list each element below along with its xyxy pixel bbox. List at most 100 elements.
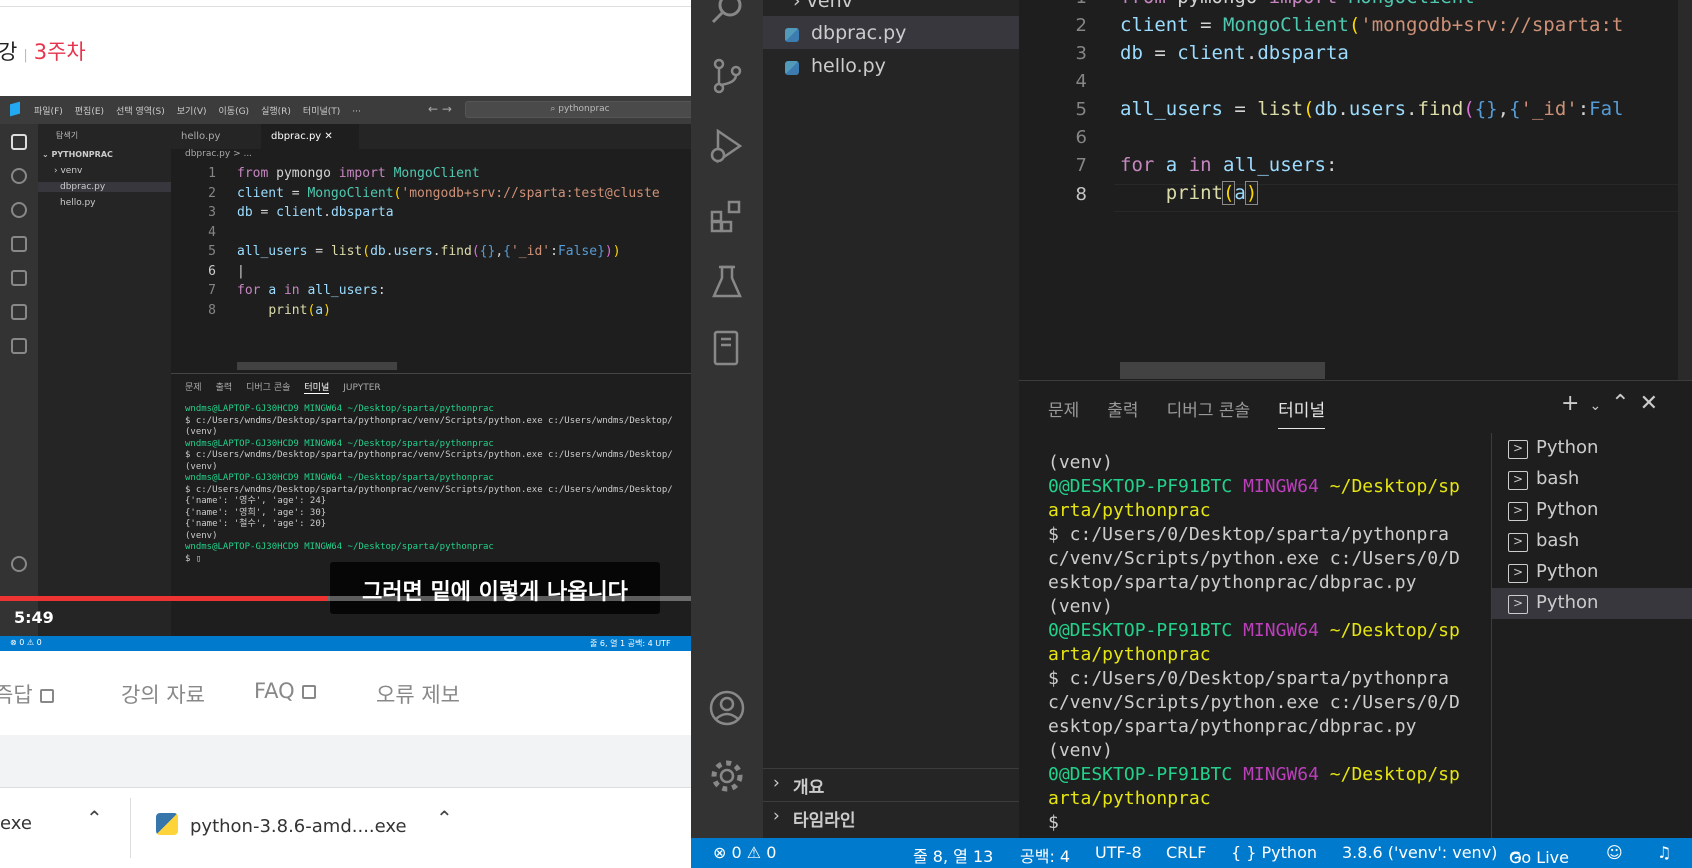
divider <box>0 6 691 7</box>
status-encoding[interactable]: UTF-8 <box>1095 843 1142 862</box>
close-icon[interactable]: ✕ <box>1640 391 1658 416</box>
python-file-icon <box>785 61 799 75</box>
tab-materials[interactable]: 강의 자료 <box>121 679 205 709</box>
code-line: from pymongo import MongoClient <box>1120 0 1475 8</box>
tab-hello: hello.py <box>181 131 221 142</box>
chevron-up-icon[interactable]: ⌃ <box>86 806 103 830</box>
tab-faq[interactable]: FAQ <box>254 679 316 703</box>
code-line: db = client.dbsparta <box>1120 42 1349 64</box>
video-search: ⌕ pythonprac <box>465 101 691 118</box>
video-caption: 그러면 밑에 이렇게 나옵니다 <box>330 562 660 614</box>
status-position[interactable]: 줄 8, 열 13 <box>913 843 993 867</box>
terminal-icon: > <box>1508 502 1528 521</box>
extensions-icon[interactable] <box>706 195 748 237</box>
divider <box>130 798 131 858</box>
download-item-1[interactable]: exe <box>0 813 32 834</box>
video-code: 1 from pymongo import MongoClient 2 client… <box>208 166 660 318</box>
code-line: print(a) <box>1165 181 1259 205</box>
python-installer-icon <box>156 813 178 835</box>
tab-debug-console[interactable]: 디버그 콘솔 <box>1167 396 1251 428</box>
breadcrumb-course[interactable]: 강 <box>0 40 17 64</box>
maximize-panel-icon[interactable]: ⌃ <box>1611 391 1629 416</box>
vscode-window: › venv dbprac.py hello.py ›개요 ›타임라인 1 2 … <box>691 0 1692 868</box>
section-outline[interactable]: › 개요 <box>763 768 1019 801</box>
terminal-prompt: 0@DESKTOP-PF91BTC MINGW64 ~/Desktop/spar… <box>1048 764 1460 809</box>
terminal-icon: > <box>1508 564 1528 583</box>
video-hscroll <box>237 362 397 370</box>
terminal-prompt: 0@DESKTOP-PF91BTC MINGW64 ~/Desktop/spar… <box>1048 476 1460 521</box>
gear-icon[interactable] <box>706 755 748 797</box>
testing-icon[interactable] <box>706 261 748 303</box>
video-menu: 파일(F) 편집(E) 선택 영역(S) 보기(V) 이동(G) 실행(R) 터미널(T) ·… <box>34 107 361 117</box>
tab-problems[interactable]: 문제 <box>1048 396 1079 428</box>
status-spaces[interactable]: 공백: 4 <box>1020 843 1070 867</box>
chevron-down-icon[interactable]: ⌄ <box>1589 398 1601 414</box>
terminal-instance[interactable]: > Python <box>1492 495 1692 526</box>
notebook-icon <box>11 338 27 354</box>
source-control-icon[interactable] <box>706 55 748 97</box>
section-timeline[interactable]: › 타임라인 <box>763 801 1019 834</box>
code-line: client = MongoClient('mongodb+srv://spar… <box>1120 14 1624 36</box>
editor-hscroll[interactable] <box>1120 362 1325 379</box>
video-time: 5:49 <box>14 608 54 627</box>
tab-output[interactable]: 출력 <box>1107 396 1138 428</box>
bell-icon[interactable]: ♫ <box>1657 843 1671 862</box>
terminal-instance[interactable]: > Python <box>1492 433 1692 464</box>
terminal-icon: > <box>1508 471 1528 490</box>
feedback-icon[interactable]: ☺ <box>1606 843 1623 862</box>
file-hello[interactable]: hello.py <box>763 49 1019 82</box>
chevron-up-icon[interactable]: ⌃ <box>436 806 453 830</box>
account-icon[interactable] <box>706 687 748 729</box>
search-icon <box>11 168 27 184</box>
terminal-output[interactable]: (venv) 0@DESKTOP-PF91BTC MINGW64 ~/Deskt… <box>1048 451 1468 835</box>
activity-bar <box>691 0 763 838</box>
terminal-instance[interactable]: > Python <box>1492 557 1692 588</box>
extensions-icon <box>11 270 27 286</box>
file-dbprac[interactable]: dbprac.py <box>763 16 1019 49</box>
video-progress-fill <box>0 596 329 601</box>
explorer-title: 탐색기 <box>56 131 79 140</box>
lecture-page: 강 | 3주차 파일(F) 편집(E) 선택 영역(S) 보기(V) 이동(G) 실행(R) 터… <box>0 0 691 868</box>
video-progress-bar[interactable] <box>0 596 691 601</box>
python-file-icon <box>785 28 799 42</box>
search-icon[interactable] <box>706 0 748 30</box>
panel-tabs: 문제 출력 디버그 콘솔 터미널 <box>1048 396 1353 429</box>
folder-venv[interactable]: › venv <box>763 0 1019 17</box>
project-name: ⌄ PYTHONPRAC <box>42 150 113 159</box>
video-terminal: wndms@LAPTOP-GJ30HCD9 MINGW64 ~/Desktop/… <box>185 404 673 564</box>
testing-icon <box>11 304 27 320</box>
lecture-header: 강 | 3주차 <box>0 0 691 96</box>
terminal-icon: > <box>1508 440 1528 459</box>
download-item-2[interactable]: python-3.8.6-amd....exe <box>156 813 407 837</box>
vscode-logo-icon <box>10 101 20 117</box>
file-hello: hello.py <box>60 198 96 208</box>
status-problems[interactable]: ⊗ 0 ⚠ 0 <box>713 843 776 862</box>
terminal-instance[interactable]: > bash <box>1492 526 1692 557</box>
editor-vscroll[interactable] <box>1678 0 1692 380</box>
explorer-sidebar: › venv dbprac.py hello.py › 개요 › 타임라인 <box>763 0 1019 838</box>
video-player[interactable]: 파일(F) 편집(E) 선택 영역(S) 보기(V) 이동(G) 실행(R) 터미널(T) ·… <box>0 96 691 651</box>
chevron-right-icon: › <box>773 806 780 826</box>
chevron-right-icon: › <box>773 773 780 793</box>
tab-qna[interactable]: 즉답 <box>0 679 54 709</box>
terminal-instance[interactable]: > bash <box>1492 464 1692 495</box>
terminal-instance[interactable]: > Python <box>1492 588 1692 619</box>
tab-terminal[interactable]: 터미널 <box>1278 396 1326 429</box>
tab-report-error[interactable]: 오류 제보 <box>376 679 460 709</box>
terminal-prompt: 0@DESKTOP-PF91BTC MINGW64 ~/Desktop/spar… <box>1048 620 1460 665</box>
terminal-icon: > <box>1508 595 1528 614</box>
video-vscode-titlebar: 파일(F) 편집(E) 선택 영역(S) 보기(V) 이동(G) 실행(R) 터미널(T) ·… <box>0 96 691 124</box>
terminal-list: > Python > bash > Python > bash > Python > Pyt… <box>1491 433 1692 839</box>
status-interpreter[interactable]: 3.8.6 ('venv': venv) <box>1342 843 1497 862</box>
run-debug-icon[interactable] <box>706 125 748 167</box>
source-control-icon <box>11 202 27 218</box>
code-line: all_users = list(db.users.find({},{'_id'… <box>1120 98 1624 120</box>
breadcrumb-week[interactable]: 3주차 <box>34 40 86 64</box>
status-language[interactable]: { } Python <box>1231 843 1317 862</box>
add-terminal-icon[interactable]: + <box>1561 391 1579 416</box>
explorer-icon <box>11 134 27 150</box>
status-eol[interactable]: CRLF <box>1166 843 1206 862</box>
code-editor[interactable]: 1 2 3 4 5 6 7 8 from pymongo import Mong… <box>1019 0 1692 380</box>
notebook-icon[interactable] <box>706 327 748 369</box>
account-icon <box>11 556 27 572</box>
